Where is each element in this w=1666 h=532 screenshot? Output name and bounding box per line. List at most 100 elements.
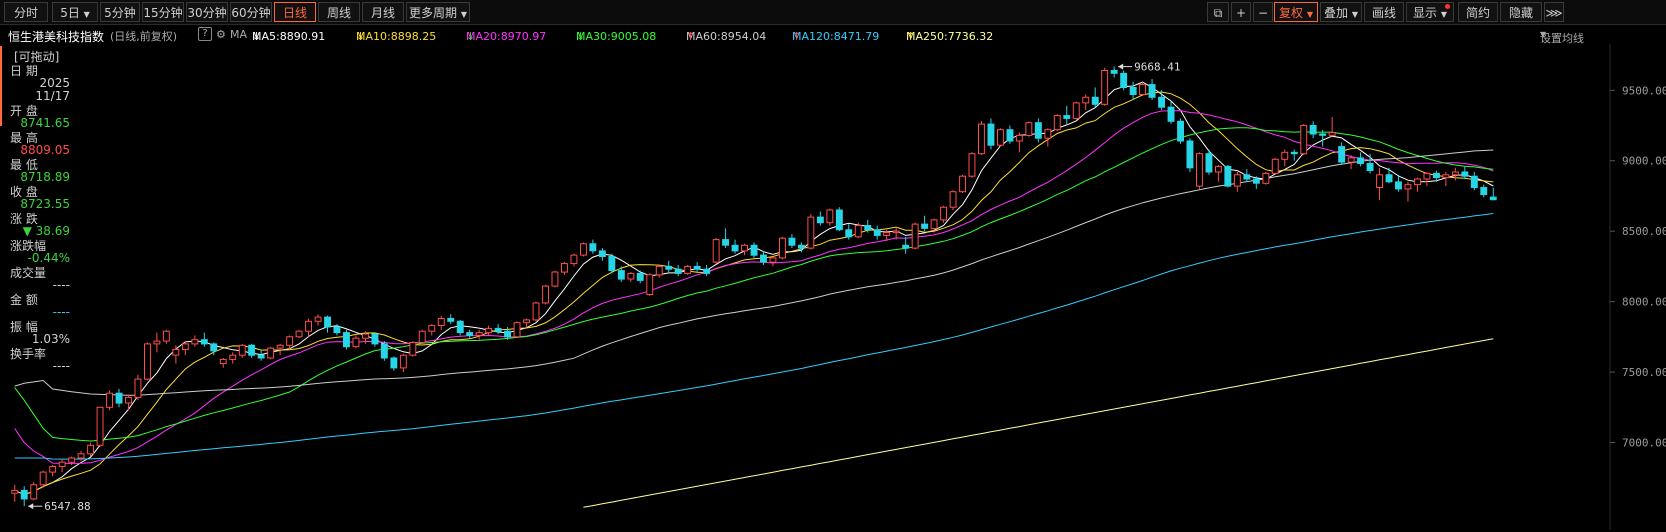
candle-body-down — [324, 316, 332, 328]
annotations: 9668.41 6547.88 — [28, 61, 1181, 513]
period-5day-button[interactable]: 5日 ▼ — [52, 2, 98, 22]
candle-body-up — [238, 344, 246, 356]
amplitude-value: 1.03% — [31, 332, 70, 346]
candle-body-down — [703, 268, 711, 274]
candle-body-down — [1063, 115, 1071, 119]
ma120-arrow: ↑ — [792, 30, 802, 43]
amount-label: 金 额 — [10, 293, 38, 307]
candle-body-up — [1025, 122, 1033, 136]
chevron-down-icon: ▼ — [1540, 30, 1547, 39]
ma60-line — [14, 149, 1494, 396]
candle-body-down — [1110, 70, 1118, 74]
candle-body-down — [902, 244, 910, 249]
candle-body-up — [513, 322, 521, 338]
candle-body-up — [1300, 125, 1308, 155]
candle-body-up — [1015, 134, 1023, 142]
date-value: 11/17 — [35, 89, 70, 103]
zoom-out-icon[interactable]: − — [1253, 2, 1273, 22]
copy-icon[interactable]: ⧉ — [1207, 2, 1229, 22]
change-value: ▼ 38.69 — [22, 224, 70, 238]
candle-body-down — [1385, 174, 1393, 183]
candles — [11, 66, 1497, 507]
candle-body-down — [210, 343, 218, 352]
candle-body-down — [1480, 187, 1488, 195]
overlay-label: 叠加 — [1324, 6, 1349, 20]
ma-settings-label: 设置均线 — [1540, 32, 1584, 45]
candle-body-up — [892, 230, 900, 234]
ma5-value: MA5:8890.91 — [252, 30, 326, 43]
period-5min-button[interactable]: 5分钟 — [100, 2, 140, 22]
period-30min-button[interactable]: 30分钟 — [186, 2, 228, 22]
candle-body-up — [1328, 132, 1336, 136]
turnover-value: ---- — [52, 359, 70, 373]
draw-button[interactable]: 画线 — [1364, 2, 1404, 22]
period-monthly-button[interactable]: 月线 — [362, 2, 404, 22]
candle-body-down — [115, 392, 123, 404]
period-daily-button[interactable]: 日线 — [274, 2, 316, 22]
candle-body-up — [655, 265, 663, 276]
min-label: 6547.88 — [44, 500, 90, 513]
candle-body-down — [845, 229, 853, 238]
candle-body-down — [1366, 163, 1374, 171]
zoom-in-icon[interactable]: + — [1231, 2, 1251, 22]
candle-body-up — [134, 378, 142, 398]
period-15min-button[interactable]: 15分钟 — [142, 2, 184, 22]
candle-body-up — [1072, 102, 1080, 119]
candle-body-up — [153, 340, 161, 345]
overlay-button[interactable]: 叠加 ▼ — [1320, 2, 1362, 22]
display-button[interactable]: 显示 ▼ — [1406, 2, 1454, 22]
hide-button[interactable]: 隐藏 — [1500, 2, 1542, 22]
candle-body-up — [181, 343, 189, 350]
candle-body-up — [399, 354, 407, 369]
gear-icon[interactable]: ⚙ — [216, 28, 226, 41]
period-60min-button[interactable]: 60分钟 — [230, 2, 272, 22]
ma20-line — [14, 110, 1494, 464]
candle-body-down — [466, 332, 474, 336]
candle-body-up — [314, 316, 322, 322]
ma30-value: MA30:9005.08 — [576, 30, 657, 43]
candle-body-up — [684, 265, 692, 274]
candle-body-up — [532, 302, 540, 321]
period-weekly-button[interactable]: 周线 — [318, 2, 360, 22]
more-periods-button[interactable]: 更多周期 ▼ — [406, 2, 470, 22]
max-arrow-head — [1118, 63, 1124, 70]
candle-body-up — [409, 342, 417, 356]
candle-body-up — [1139, 84, 1146, 95]
ma5-line — [14, 81, 1494, 496]
candle-body-down — [750, 244, 758, 256]
candle-body-down — [1338, 146, 1346, 163]
candle-body-up — [911, 223, 919, 249]
candle-body-down — [1470, 175, 1478, 188]
candle-body-up — [305, 320, 313, 332]
candle-body-up — [125, 396, 132, 404]
candle-body-down — [1309, 125, 1317, 135]
help-icon[interactable]: ? — [198, 27, 212, 41]
candle-body-down — [447, 318, 455, 322]
low-value: 8718.89 — [20, 170, 70, 184]
collapse-icon[interactable]: ⋙ — [1544, 2, 1564, 22]
candle-body-up — [1281, 151, 1289, 160]
adjust-button[interactable]: 复权 ▼ — [1274, 2, 1318, 22]
candle-body-down — [504, 330, 512, 338]
candle-body-up — [49, 466, 57, 473]
candle-body-up — [68, 457, 76, 463]
candle-body-down — [1167, 106, 1175, 122]
y-tick-label: 8000.00 — [1622, 296, 1666, 309]
candle-body-up — [30, 484, 38, 500]
candle-body-down — [1224, 165, 1232, 187]
candle-body-down — [636, 272, 644, 281]
candle-body-down — [674, 268, 682, 274]
candle-body-down — [456, 320, 464, 334]
candle-body-up — [854, 225, 862, 238]
candle-body-up — [1442, 174, 1450, 179]
kline-chart[interactable]: 9500.00 9000.00 8500.00 8000.00 7500.00 7000.… — [0, 0, 1666, 532]
candle-body-up — [96, 406, 104, 446]
candle-body-down — [873, 229, 881, 236]
candle-body-up — [930, 219, 938, 229]
candle-body-up — [1215, 165, 1222, 173]
candle-body-up — [807, 216, 815, 249]
notification-dot-icon — [1445, 4, 1450, 9]
simple-button[interactable]: 简约 — [1458, 2, 1498, 22]
y-axis: 9500.00 9000.00 8500.00 8000.00 7500.00 7000.… — [1610, 84, 1666, 450]
period-intraday-button[interactable]: 分时 — [4, 2, 48, 22]
